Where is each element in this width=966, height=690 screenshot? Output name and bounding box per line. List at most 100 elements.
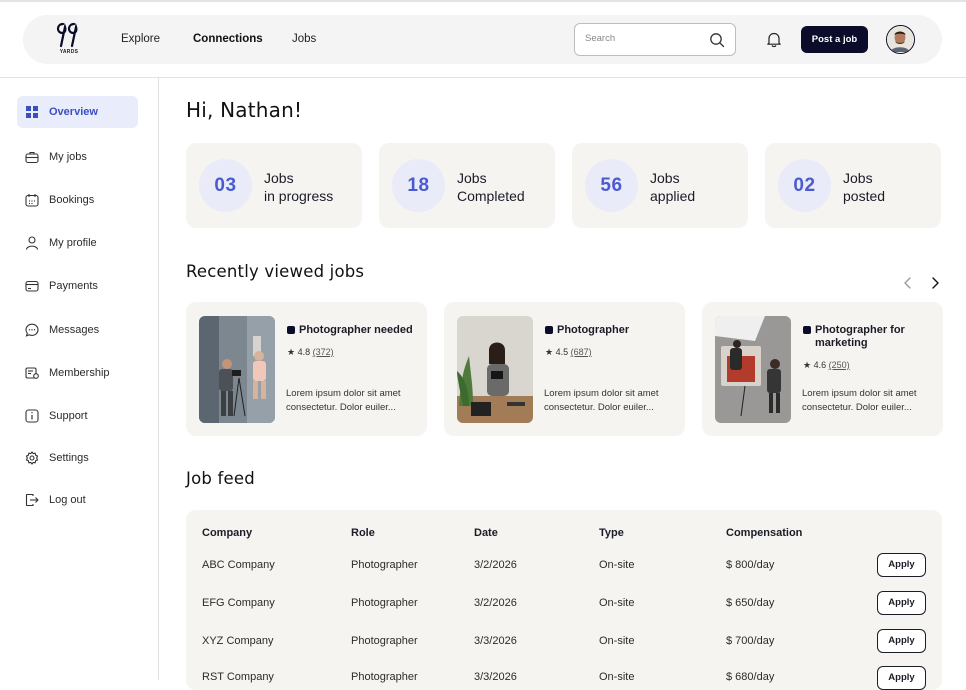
user-icon xyxy=(25,236,39,250)
rating-value: 4.5 xyxy=(555,347,569,357)
nav-explore[interactable]: Explore xyxy=(121,33,160,45)
review-count[interactable]: (250) xyxy=(829,360,850,370)
logo[interactable]: YARDS xyxy=(54,22,84,58)
page-title: Hi, Nathan! xyxy=(186,98,303,122)
verified-badge-icon xyxy=(545,326,553,334)
search-input[interactable] xyxy=(585,33,705,44)
stat-label-line2: in progress xyxy=(264,188,334,204)
photographer-desk-image xyxy=(457,316,533,423)
cell-company: EFG Company xyxy=(202,597,275,609)
cell-company: RST Company xyxy=(202,671,274,683)
job-description: Lorem ipsum dolor sit amet consectetur. … xyxy=(286,388,401,413)
briefcase-icon xyxy=(25,151,39,164)
apply-button[interactable]: Apply xyxy=(877,629,926,653)
job-description: Lorem ipsum dolor sit amet consectetur. … xyxy=(802,388,917,413)
sidebar-item-my-profile[interactable]: My profile xyxy=(17,227,138,259)
star-icon: ★ xyxy=(803,360,812,370)
sidebar-item-messages[interactable]: Messages xyxy=(17,314,138,346)
sidebar-item-label: Messages xyxy=(49,324,100,336)
stat-card-applied[interactable]: 56 Jobs applied xyxy=(572,143,748,228)
job-card[interactable]: Photographer needed ★ 4.8 (372) Lorem ip… xyxy=(186,302,427,436)
stat-card-posted[interactable]: 02 Jobs posted xyxy=(765,143,941,228)
sidebar-item-support[interactable]: Support xyxy=(17,400,138,432)
job-photo xyxy=(715,316,791,423)
sidebar-item-label: Payments xyxy=(49,280,98,292)
cell-role: Photographer xyxy=(351,597,418,609)
search-icon[interactable] xyxy=(709,32,725,48)
job-rating: ★ 4.5 (687) xyxy=(545,347,592,358)
sidebar-item-label: My profile xyxy=(49,237,97,249)
column-header-role: Role xyxy=(351,527,375,539)
cell-company: XYZ Company xyxy=(202,635,274,647)
star-icon: ★ xyxy=(287,347,296,357)
cell-type: On-site xyxy=(599,559,635,571)
logout-icon xyxy=(25,493,39,507)
search-box[interactable] xyxy=(574,23,736,56)
verified-badge-icon xyxy=(803,326,811,334)
stat-card-in-progress[interactable]: 03 Jobs in progress xyxy=(186,143,362,228)
chevron-left-icon[interactable] xyxy=(901,276,915,290)
stat-card-completed[interactable]: 18 Jobs Completed xyxy=(379,143,555,228)
job-title[interactable]: Photographer xyxy=(557,324,679,337)
top-navbar: YARDS Explore Connections Jobs Post a jo… xyxy=(23,15,942,64)
cell-type: On-site xyxy=(599,671,635,683)
stat-label-line1: Jobs xyxy=(457,170,487,186)
post-job-button[interactable]: Post a job xyxy=(801,26,868,53)
sidebar-item-bookings[interactable]: Bookings xyxy=(17,184,138,216)
apply-button[interactable]: Apply xyxy=(877,553,926,577)
rating-value: 4.6 xyxy=(813,360,827,370)
sidebar-item-payments[interactable]: Payments xyxy=(17,270,138,302)
sidebar-item-my-jobs[interactable]: My jobs xyxy=(17,141,138,173)
job-photo xyxy=(199,316,275,423)
sidebar-item-label: Bookings xyxy=(49,194,95,206)
stat-label: Jobs posted xyxy=(843,169,885,205)
avatar[interactable] xyxy=(886,25,915,54)
logo-mark-icon xyxy=(56,22,78,48)
sidebar-item-label: Overview xyxy=(49,106,98,118)
stat-value: 56 xyxy=(585,159,638,212)
nav-connections[interactable]: Connections xyxy=(193,33,263,45)
stat-value: 03 xyxy=(199,159,252,212)
job-feed-title: Job feed xyxy=(186,469,255,488)
sidebar-item-overview[interactable]: Overview xyxy=(17,96,138,128)
verified-badge-icon xyxy=(287,326,295,334)
photoshoot-overhead-image xyxy=(715,316,791,423)
sidebar-item-settings[interactable]: Settings xyxy=(17,442,138,474)
sidebar-item-membership[interactable]: Membership xyxy=(17,357,138,389)
job-title[interactable]: Photographer for marketing xyxy=(815,324,937,350)
stat-label-line1: Jobs xyxy=(650,170,680,186)
stat-value: 18 xyxy=(392,159,445,212)
info-icon xyxy=(25,409,39,423)
stat-label-line2: applied xyxy=(650,188,696,204)
stat-label-line1: Jobs xyxy=(264,170,294,186)
bell-icon[interactable] xyxy=(766,31,782,48)
chevron-right-icon[interactable] xyxy=(928,276,942,290)
stat-value: 02 xyxy=(778,159,831,212)
column-header-company: Company xyxy=(202,527,253,539)
column-header-date: Date xyxy=(474,527,498,539)
sidebar-item-log-out[interactable]: Log out xyxy=(17,484,138,516)
job-rating: ★ 4.6 (250) xyxy=(803,360,850,371)
stat-label-line2: posted xyxy=(843,188,886,204)
card-icon xyxy=(25,280,39,292)
nav-jobs[interactable]: Jobs xyxy=(292,33,316,45)
cell-date: 3/2/2026 xyxy=(474,559,517,571)
cell-role: Photographer xyxy=(351,671,418,683)
job-card[interactable]: Photographer for marketing ★ 4.6 (250) L… xyxy=(702,302,943,436)
job-description: Lorem ipsum dolor sit amet consectetur. … xyxy=(544,388,659,413)
sidebar-item-label: Membership xyxy=(49,367,110,379)
cell-date: 3/3/2026 xyxy=(474,671,517,683)
review-count[interactable]: (372) xyxy=(313,347,334,357)
cell-type: On-site xyxy=(599,597,635,609)
job-card[interactable]: Photographer ★ 4.5 (687) Lorem ipsum dol… xyxy=(444,302,685,436)
recent-jobs-title: Recently viewed jobs xyxy=(186,262,365,281)
apply-button[interactable]: Apply xyxy=(877,666,926,690)
job-title[interactable]: Photographer needed xyxy=(299,324,421,337)
top-border xyxy=(0,0,966,2)
job-photo xyxy=(457,316,533,423)
user-avatar-icon xyxy=(887,26,913,52)
review-count[interactable]: (687) xyxy=(571,347,592,357)
apply-button[interactable]: Apply xyxy=(877,591,926,615)
header-divider xyxy=(0,77,966,78)
column-header-compensation: Compensation xyxy=(726,527,803,539)
